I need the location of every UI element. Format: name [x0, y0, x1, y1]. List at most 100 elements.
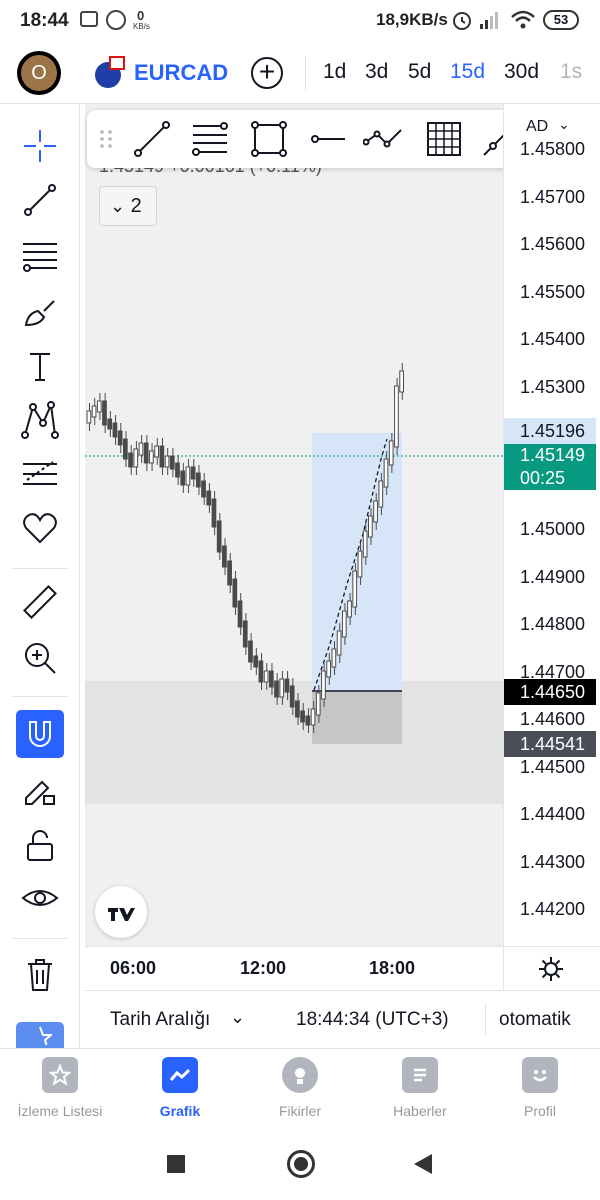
fib-button[interactable]: [189, 118, 231, 160]
back-button[interactable]: [412, 1152, 434, 1176]
currency-label[interactable]: AD: [526, 118, 548, 136]
candle-body: [368, 515, 373, 538]
timeframe-1s[interactable]: 1s: [560, 60, 582, 84]
nav-label: Fikirler: [279, 1103, 321, 1119]
clock-display[interactable]: 18:44:34 (UTC+3): [296, 1009, 449, 1031]
candle-body: [164, 455, 170, 468]
price-label: 1.45700: [520, 186, 586, 207]
candle-body: [300, 710, 305, 723]
price-label: 1.45300: [520, 376, 586, 397]
rectangle-button[interactable]: [248, 118, 290, 160]
lock-drawing-tool[interactable]: [16, 766, 64, 814]
favorites-tool[interactable]: [16, 504, 64, 552]
candle-body: [383, 458, 389, 488]
candle-body: [279, 678, 285, 698]
candle-body: [102, 400, 107, 426]
pattern-icon: [21, 401, 59, 439]
candle-body: [284, 678, 290, 693]
zoom-in-tool[interactable]: [16, 634, 64, 682]
chart-pane[interactable]: 1.45149 +0.00161 (+0.11%) ⌄ 2: [85, 104, 503, 946]
compare-symbol-button[interactable]: +: [251, 57, 283, 89]
candle-body: [216, 520, 222, 553]
unlock-tool[interactable]: [16, 822, 64, 870]
scale-mode-button[interactable]: otomatik: [499, 1009, 571, 1031]
chevron-down-icon: ⌄: [558, 116, 570, 132]
timeframe-3d[interactable]: 3d: [365, 60, 388, 84]
avatar-letter: O: [21, 55, 57, 91]
symbol-name[interactable]: EURCAD: [134, 60, 228, 86]
favorites-bar-toggle[interactable]: [16, 1022, 64, 1048]
crosshair-tool[interactable]: [16, 122, 64, 170]
magnet-icon: [29, 721, 51, 747]
candle-body: [122, 438, 128, 460]
gann-box-button[interactable]: [423, 118, 465, 160]
timeframe-15d[interactable]: 15d: [450, 60, 485, 84]
bottom-navigation: İzleme Listesi Grafik Fikirler Haberler …: [0, 1048, 600, 1130]
recents-button[interactable]: [167, 1155, 185, 1173]
long-position-profit-zone[interactable]: [312, 433, 402, 691]
candle-body: [190, 466, 196, 480]
candle-body: [143, 442, 149, 464]
trendline-icon: [134, 121, 170, 157]
candle-body: [357, 550, 363, 578]
nav-profile[interactable]: Profil: [480, 1057, 600, 1119]
nav-ideas[interactable]: Fikirler: [240, 1057, 360, 1119]
home-icon: [294, 1157, 308, 1171]
chart-icon: [162, 1057, 198, 1093]
horizontal-ray-button[interactable]: [307, 118, 349, 160]
nav-news[interactable]: Haberler: [360, 1057, 480, 1119]
divider: [12, 696, 68, 697]
candle-body: [248, 640, 253, 663]
path-button[interactable]: [363, 118, 405, 160]
timeframe-1d[interactable]: 1d: [323, 60, 346, 84]
settings-icon[interactable]: [537, 955, 565, 983]
indicator-count: 2: [130, 195, 142, 217]
ruler-tool[interactable]: [16, 578, 64, 626]
net-speed: 0: [137, 8, 145, 23]
visibility-tool[interactable]: [16, 876, 64, 924]
brush-tool[interactable]: [16, 287, 64, 335]
chart-canvas[interactable]: [85, 104, 503, 946]
date-range-button[interactable]: Tarih Aralığı: [110, 1009, 210, 1031]
time-label: 18:00: [369, 958, 416, 978]
price-label: 1.44900: [520, 566, 586, 587]
candle-body: [352, 570, 358, 608]
time-label: 06:00: [110, 958, 157, 978]
avatar[interactable]: O: [17, 51, 61, 95]
indicators-toggle[interactable]: ⌄ 2: [99, 186, 157, 226]
nav-chart[interactable]: Grafik: [120, 1057, 240, 1119]
net-rate: 18,9KB/s: [376, 10, 448, 29]
time-scale[interactable]: 06:00 12:00 18:00: [85, 946, 600, 991]
last-price-tag: 1.45149 00:25: [504, 444, 596, 490]
price-scale[interactable]: AD ⌄ 1.45800 1.45700 1.45600 1.45500 1.45400…: [503, 104, 600, 946]
path-icon: [363, 129, 402, 148]
text-tool[interactable]: [16, 342, 64, 390]
trendline-button[interactable]: [131, 118, 173, 160]
nav-watchlist[interactable]: İzleme Listesi: [0, 1057, 120, 1119]
horizontal-ray-icon: [311, 135, 345, 143]
fib-tool[interactable]: [16, 232, 64, 280]
price-label: 1.44800: [520, 614, 586, 634]
tradingview-logo[interactable]: [95, 886, 147, 938]
candle-body: [347, 600, 352, 618]
candle-body: [107, 418, 113, 430]
candle-body: [96, 400, 102, 413]
pattern-tool[interactable]: [16, 396, 64, 444]
remove-drawings-tool[interactable]: [16, 950, 64, 998]
price-label: 1.44200: [520, 899, 586, 919]
candle-body: [128, 452, 133, 468]
magnet-mode-button[interactable]: [16, 710, 64, 758]
timeframe-5d[interactable]: 5d: [408, 60, 431, 84]
trendline-tool[interactable]: [16, 176, 64, 224]
timeframe-30d[interactable]: 30d: [504, 60, 539, 84]
app-icon: [106, 10, 126, 30]
unlock-icon: [27, 830, 53, 861]
price-label: 1.45400: [520, 329, 586, 349]
prediction-tool[interactable]: [16, 450, 64, 498]
system-navigation: [0, 1130, 600, 1200]
drag-handle[interactable]: [93, 118, 119, 160]
notification-icon: [80, 11, 98, 27]
price-label: 1.45000: [520, 519, 586, 539]
home-button[interactable]: [287, 1150, 315, 1178]
net-unit: KB/s: [133, 22, 150, 31]
